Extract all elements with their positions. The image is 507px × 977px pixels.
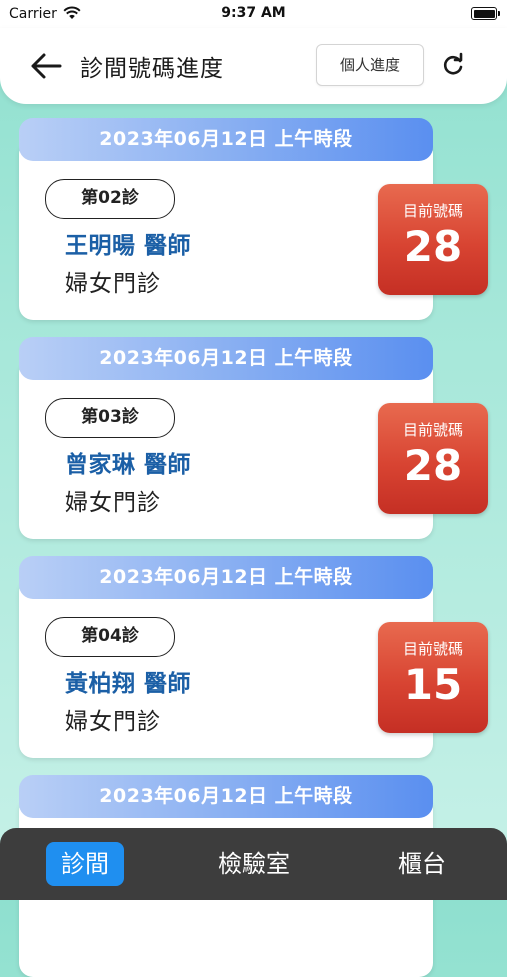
clinic-card[interactable]: 2023年06月12日 上午時段 第02診 王明暘 醫師 婦女門診 目前號碼 2…	[19, 118, 488, 320]
current-number: 28	[403, 441, 463, 490]
bottom-tab-bar: 診間 檢驗室 櫃台	[0, 828, 507, 900]
personal-progress-button[interactable]: 個人進度	[316, 44, 424, 86]
room-pill: 第02診	[45, 179, 175, 219]
badge-label: 目前號碼	[402, 421, 463, 439]
current-number-badge: 目前號碼 28	[378, 184, 488, 295]
top-app-bar: 診間號碼進度 個人進度	[0, 28, 507, 104]
current-number-badge: 目前號碼 28	[378, 403, 488, 514]
badge-label: 目前號碼	[402, 640, 463, 658]
current-number: 15	[403, 660, 463, 709]
current-number: 28	[403, 222, 463, 271]
refresh-icon[interactable]	[440, 52, 466, 78]
tab-clinic[interactable]: 診間	[46, 842, 124, 886]
badge-label: 目前號碼	[402, 202, 463, 220]
department-name: 婦女門診	[65, 709, 161, 735]
department-name: 婦女門診	[65, 271, 161, 297]
doctor-name: 黃柏翔 醫師	[65, 671, 192, 697]
tab-laboratory[interactable]: 檢驗室	[205, 842, 303, 886]
current-number-badge: 目前號碼 15	[378, 622, 488, 733]
doctor-name: 曾家琳 醫師	[65, 452, 192, 478]
battery-icon	[471, 7, 500, 20]
room-pill: 第04診	[45, 617, 175, 657]
clinic-card[interactable]: 2023年06月12日 上午時段 第04診 黃柏翔 醫師 婦女門診 目前號碼 1…	[19, 556, 488, 758]
page-title: 診間號碼進度	[80, 56, 224, 82]
status-bar: Carrier 9:37 AM	[0, 0, 507, 28]
room-pill: 第03診	[45, 398, 175, 438]
session-header: 2023年06月12日 上午時段	[19, 775, 433, 818]
status-time: 9:37 AM	[221, 5, 286, 21]
tab-counter[interactable]: 櫃台	[383, 842, 461, 886]
back-arrow-icon[interactable]	[30, 52, 62, 80]
session-header: 2023年06月12日 上午時段	[19, 337, 433, 380]
session-header: 2023年06月12日 上午時段	[19, 556, 433, 599]
department-name: 婦女門診	[65, 490, 161, 516]
session-header: 2023年06月12日 上午時段	[19, 118, 433, 161]
doctor-name: 王明暘 醫師	[65, 233, 192, 259]
clinic-card[interactable]: 2023年06月12日 上午時段 第03診 曾家琳 醫師 婦女門診 目前號碼 2…	[19, 337, 488, 539]
